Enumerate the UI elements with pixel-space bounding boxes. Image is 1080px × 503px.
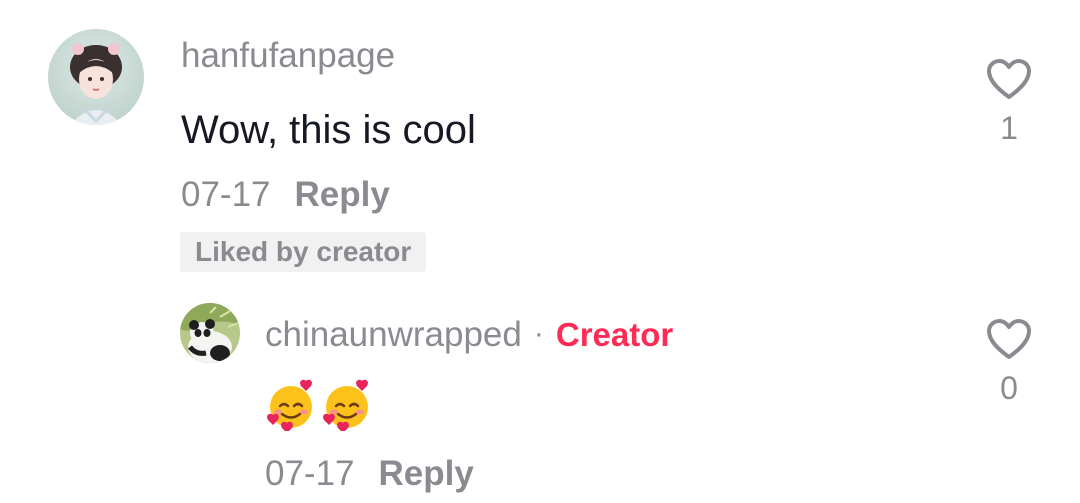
comment-text: Wow, this is cool: [181, 108, 476, 152]
reply-meta: 07-17 Reply: [265, 456, 474, 491]
avatar[interactable]: [48, 29, 144, 125]
heart-outline-icon: [987, 319, 1031, 359]
reply-header: chinaunwrapped · Creator: [265, 317, 673, 352]
reply-avatar[interactable]: [180, 303, 240, 363]
reply-date: 07-17: [265, 454, 355, 493]
reply-text: 🥰🥰: [265, 378, 377, 431]
smiling-face-with-hearts-icon: [323, 379, 368, 431]
comment-date: 07-17: [181, 175, 271, 214]
comment-meta: 07-17 Reply: [181, 177, 390, 212]
separator-dot: ·: [533, 317, 544, 350]
heart-outline-icon: [987, 59, 1031, 99]
liked-by-creator-badge: Liked by creator: [180, 232, 427, 272]
reply-like-count: 0: [1000, 370, 1018, 406]
comment-username[interactable]: hanfufanpage: [181, 38, 395, 73]
like-count: 1: [1000, 110, 1018, 146]
smiling-face-with-hearts-icon: [267, 379, 312, 431]
reply-button[interactable]: Reply: [379, 454, 474, 493]
reply-like-button[interactable]: 0: [979, 318, 1039, 404]
reply-username[interactable]: chinaunwrapped: [265, 315, 522, 354]
reply-button[interactable]: Reply: [295, 175, 390, 214]
like-button[interactable]: 1: [979, 58, 1039, 144]
creator-badge: Creator: [555, 316, 674, 353]
